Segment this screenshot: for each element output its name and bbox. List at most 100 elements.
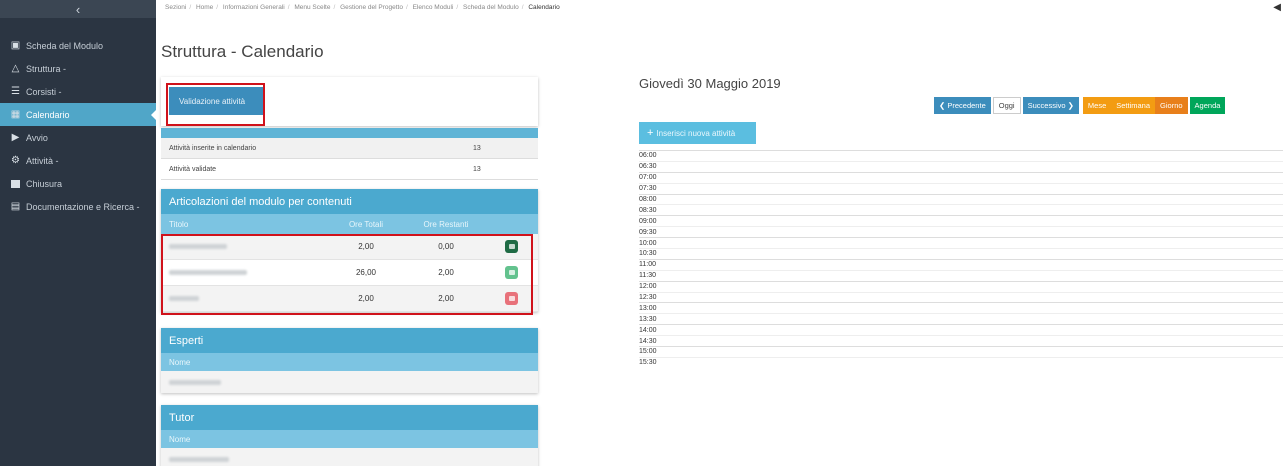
- time-slot[interactable]: 07:00: [639, 171, 1283, 183]
- time-slot[interactable]: 14:30: [639, 335, 1283, 346]
- time-slot[interactable]: 12:30: [639, 291, 1283, 303]
- time-label: 06:00: [639, 152, 657, 160]
- time-slot[interactable]: 15:30: [639, 356, 1283, 368]
- time-label: 15:30: [639, 359, 657, 367]
- time-label: 15:00: [639, 348, 657, 356]
- breadcrumb-item[interactable]: Menu Scelte: [294, 4, 330, 11]
- stats-value: 13: [473, 165, 481, 173]
- column-header-ore-totali: Ore Totali: [348, 219, 384, 229]
- time-slot[interactable]: 09:30: [639, 226, 1283, 237]
- esperti-header: Nome: [161, 353, 538, 371]
- sidebar-item-corsisti[interactable]: ☰ Corsisti -: [0, 80, 156, 103]
- next-button[interactable]: Successivo ❯: [1022, 97, 1079, 114]
- sidebar-item-avvio[interactable]: ▶ Avvio: [0, 126, 156, 149]
- time-label: 08:30: [639, 206, 657, 214]
- time-slot[interactable]: 06:00: [639, 150, 1283, 161]
- activity-stats: Attività inserite in calendario 13 Attiv…: [161, 128, 538, 180]
- calendar-icon: ▦: [10, 109, 21, 120]
- calendar-date: Giovedì 30 Maggio 2019: [639, 76, 781, 91]
- add-activity-button[interactable]: + Inserisci nuova attività: [639, 122, 756, 144]
- time-slot[interactable]: 07:30: [639, 182, 1283, 194]
- sidebar-item-label: Attività -: [26, 155, 59, 166]
- add-activity-label: Inserisci nuova attività: [656, 128, 736, 138]
- breadcrumb-item[interactable]: Informazioni Generali: [223, 4, 285, 11]
- cogs-icon: ⚙: [11, 155, 20, 166]
- sidebar: ‹ ▣ Scheda del Modulo △ Struttura - ☰ Co…: [0, 0, 157, 466]
- sidebar-item-chiusura[interactable]: Chiusura: [0, 172, 156, 195]
- month-view-button[interactable]: Mese: [1082, 97, 1112, 114]
- breadcrumb-item[interactable]: Scheda del Modulo: [463, 4, 519, 11]
- tutor-header: Nome: [161, 430, 538, 448]
- time-slot[interactable]: 08:00: [639, 193, 1283, 205]
- time-slot[interactable]: 08:30: [639, 204, 1283, 215]
- next-label: Successivo: [1027, 101, 1066, 110]
- time-slot[interactable]: 11:00: [639, 258, 1283, 270]
- sidebar-item-label: Scheda del Modulo: [26, 40, 104, 51]
- chevron-right-icon: ❯: [1065, 101, 1074, 110]
- sidebar-item-label: Corsisti -: [26, 86, 62, 97]
- time-slot[interactable]: 10:00: [639, 237, 1283, 248]
- sidebar-item-attivita[interactable]: ⚙ Attività -: [0, 149, 156, 172]
- time-slot[interactable]: 10:30: [639, 248, 1283, 259]
- time-label: 08:00: [639, 196, 657, 203]
- time-slot[interactable]: 13:00: [639, 302, 1283, 313]
- stats-header: [161, 128, 538, 138]
- stats-label: Attività validate: [169, 165, 217, 173]
- sidebar-item-label: Avvio: [26, 132, 48, 143]
- today-button[interactable]: Oggi: [992, 97, 1021, 114]
- sidebar-item-label: Calendario: [26, 109, 70, 120]
- stats-row: Attività inserite in calendario 13: [161, 138, 538, 159]
- week-view-button[interactable]: Settimana: [1111, 97, 1156, 114]
- time-slot[interactable]: 12:00: [639, 280, 1283, 292]
- time-label: 14:00: [639, 326, 657, 334]
- column-header-ore-restanti: Ore Restanti: [423, 219, 469, 229]
- time-label: 09:00: [639, 217, 657, 225]
- time-label: 12:30: [639, 294, 657, 302]
- list-item: [161, 448, 538, 466]
- column-header-titolo: Titolo: [169, 219, 189, 229]
- time-slot[interactable]: 11:30: [639, 269, 1283, 281]
- time-slot[interactable]: 14:00: [639, 324, 1283, 335]
- breadcrumb-item[interactable]: Home: [196, 4, 213, 11]
- esperti-title: Esperti: [161, 328, 538, 353]
- breadcrumb: Sezioni / Home / Informazioni Generali / Me…: [165, 4, 560, 11]
- list-item: [161, 371, 538, 393]
- sidebar-item-documentazione[interactable]: ▤ Documentazione e Ricerca -: [0, 195, 156, 218]
- previous-button[interactable]: ❮ Precedente: [934, 97, 991, 114]
- time-label: 11:30: [639, 272, 656, 280]
- breadcrumb-item[interactable]: Elenco Moduli: [413, 4, 454, 11]
- sidebar-toggle[interactable]: ‹: [0, 0, 156, 18]
- tutor-panel: Tutor Nome: [161, 405, 538, 466]
- articolazioni-header: Titolo Ore Totali Ore Restanti: [161, 214, 538, 234]
- time-slot[interactable]: 09:00: [639, 215, 1283, 226]
- users-icon: ☰: [11, 86, 20, 97]
- document-icon: ▣: [10, 40, 21, 51]
- sidebar-item-label: Documentazione e Ricerca -: [26, 201, 140, 212]
- redacted-name: [169, 456, 229, 462]
- breadcrumb-item[interactable]: Sezioni: [165, 4, 186, 11]
- day-view-button[interactable]: Giorno: [1155, 97, 1188, 114]
- sidebar-item-scheda-modulo[interactable]: ▣ Scheda del Modulo: [0, 34, 156, 57]
- chevron-left-icon: ❮: [939, 101, 948, 110]
- agenda-view-button[interactable]: Agenda: [1189, 97, 1226, 114]
- breadcrumb-item[interactable]: Gestione del Progetto: [340, 4, 403, 11]
- calendar-toolbar: ❮ Precedente Oggi Successivo ❯ Mese Sett…: [934, 97, 1226, 114]
- stats-label: Attività inserite in calendario: [169, 144, 257, 152]
- highlight-frame: [166, 83, 265, 126]
- time-label: 07:00: [639, 174, 657, 182]
- time-slot[interactable]: 06:30: [639, 160, 1283, 172]
- time-label: 09:30: [639, 228, 657, 236]
- caret-left-icon[interactable]: ◀: [1273, 2, 1281, 13]
- time-label: 10:00: [639, 239, 657, 247]
- sidebar-item-struttura[interactable]: △ Struttura -: [0, 57, 156, 80]
- stats-row: Attività validate 13: [161, 159, 538, 180]
- time-slot[interactable]: 15:00: [639, 346, 1283, 357]
- sidebar-item-label: Struttura -: [26, 63, 67, 74]
- time-grid: 06:00 06:30 07:00 07:30 08:00 08:30 09:00 09:30…: [639, 150, 1283, 368]
- previous-label: Precedente: [947, 101, 986, 110]
- book-icon: ▤: [10, 201, 21, 212]
- time-label: 13:00: [639, 304, 657, 312]
- time-slot[interactable]: 13:30: [639, 313, 1283, 324]
- sidebar-item-calendario[interactable]: ▦ Calendario: [0, 103, 157, 126]
